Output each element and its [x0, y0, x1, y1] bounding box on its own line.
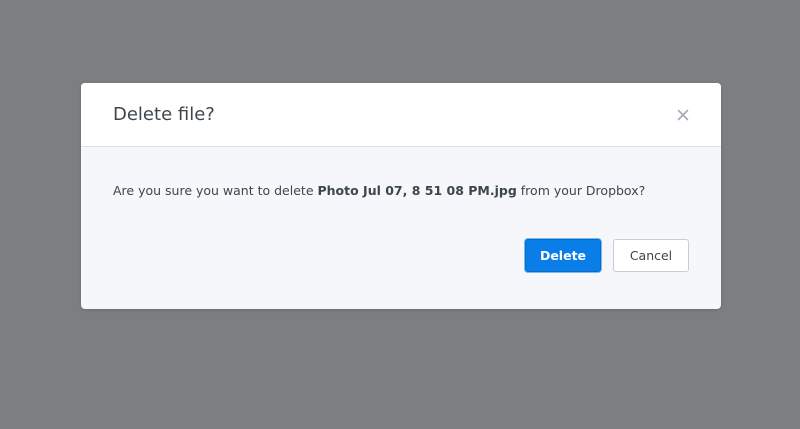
dialog-body: Are you sure you want to delete Photo Ju… — [81, 147, 721, 309]
confirmation-message: Are you sure you want to delete Photo Ju… — [113, 182, 645, 200]
message-suffix: from your Dropbox? — [516, 183, 646, 198]
dialog-header: Delete file? — [81, 83, 721, 147]
delete-button[interactable]: Delete — [525, 239, 601, 272]
dialog-title: Delete file? — [113, 104, 215, 125]
message-prefix: Are you sure you want to delete — [113, 183, 318, 198]
close-button[interactable] — [671, 103, 695, 127]
file-name: Photo Jul 07, 8 51 08 PM.jpg — [317, 183, 517, 198]
cancel-button[interactable]: Cancel — [613, 239, 689, 272]
delete-file-dialog: Delete file? Are you sure you want to de… — [81, 83, 721, 309]
close-icon — [671, 103, 695, 127]
